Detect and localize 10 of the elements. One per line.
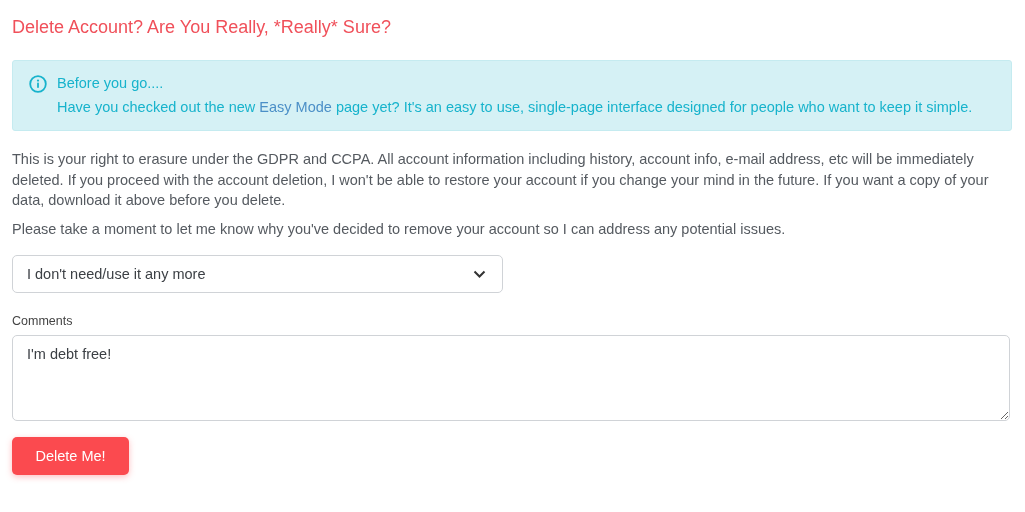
notice-text: Have you checked out the new Easy Mode page yet? It's an easy to use, single-page interface designed for people who want to keep it simple. (57, 98, 973, 117)
body-text: This is your right to erasure under the GDPR and CCPA. All account information including history, account info, e-mail address, etc will be immediately deleted. If you proceed with the account deletion, I won't be able to restore your account if you change your mind in the future. If you want a copy of your data, download it above before you delete. (12, 150, 990, 210)
comments-field[interactable]: I'm debt free! (12, 335, 1010, 421)
page-title: Delete Account? Are You Really, *Really* Sure? (12, 16, 392, 39)
notice-heading: Before you go.... (57, 74, 165, 93)
info-icon (29, 75, 47, 93)
body-text: Please take a moment to let me know why you've decided to remove your account so I can address any potential issues. (12, 219, 787, 239)
reason-dropdown[interactable]: I don't need/use it any more (12, 255, 503, 293)
comments-label: Comments (12, 313, 74, 329)
chevron-down-icon (473, 270, 486, 278)
